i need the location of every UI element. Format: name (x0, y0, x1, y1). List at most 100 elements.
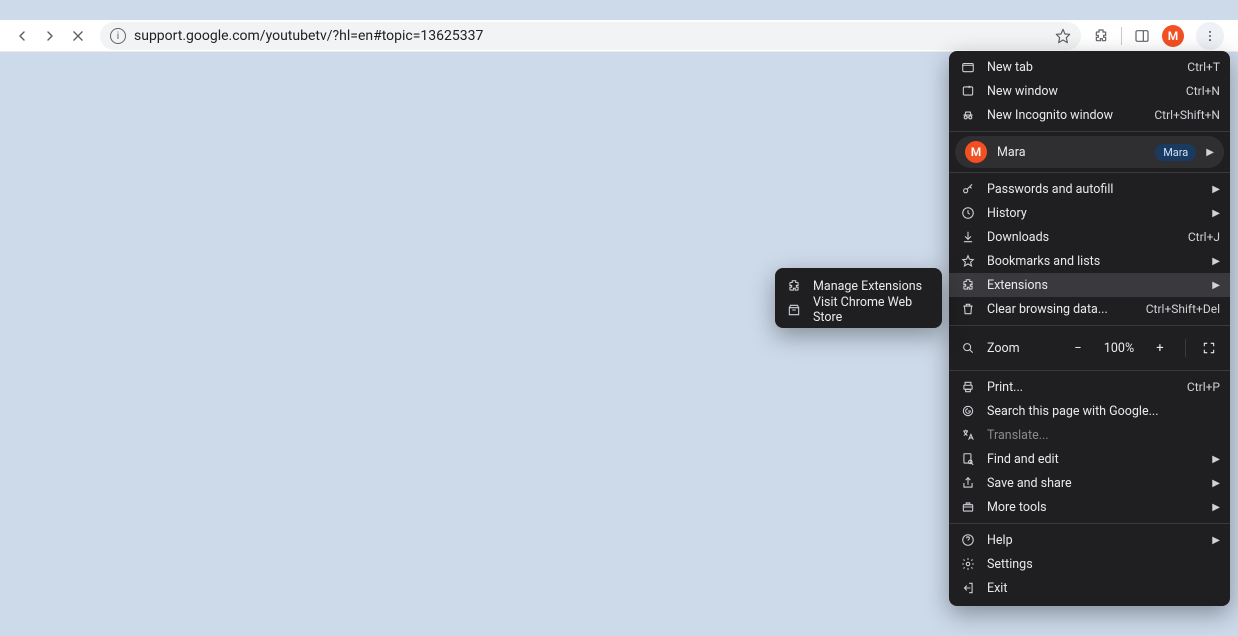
shortcut-text: Ctrl+Shift+Del (1146, 302, 1220, 316)
menu-bookmarks[interactable]: Bookmarks and lists ▶ (949, 249, 1230, 273)
menu-item-label: Exit (987, 581, 1220, 596)
zoom-out-button[interactable]: − (1067, 337, 1089, 359)
fullscreen-button[interactable] (1198, 337, 1220, 359)
magnifier-icon (959, 341, 977, 355)
profile-avatar[interactable]: M (1162, 25, 1184, 47)
menu-new-window[interactable]: New window Ctrl+N (949, 79, 1230, 103)
incognito-icon (959, 108, 977, 122)
back-button[interactable] (8, 22, 36, 50)
translate-icon (959, 428, 977, 442)
profile-name: Mara (997, 145, 1145, 160)
chevron-right-icon: ▶ (1212, 502, 1220, 513)
submenu-item-label: Visit Chrome Web Store (813, 295, 932, 325)
shortcut-text: Ctrl+Shift+N (1154, 108, 1220, 122)
download-icon (959, 230, 977, 244)
shortcut-text: Ctrl+N (1186, 84, 1220, 98)
chrome-menu: New tab Ctrl+T New window Ctrl+N New Inc… (949, 51, 1230, 606)
menu-item-label: Bookmarks and lists (987, 254, 1202, 269)
menu-separator (949, 370, 1230, 371)
zoom-label: Zoom (987, 341, 1057, 356)
menu-button[interactable] (1196, 22, 1224, 50)
menu-save-share[interactable]: Save and share ▶ (949, 471, 1230, 495)
menu-item-label: Print... (987, 380, 1177, 395)
menu-more-tools[interactable]: More tools ▶ (949, 495, 1230, 519)
menu-item-label: New Incognito window (987, 108, 1144, 123)
google-icon (959, 404, 977, 418)
menu-separator (949, 523, 1230, 524)
zoom-value: 100% (1099, 341, 1139, 356)
extensions-icon[interactable] (1093, 28, 1109, 44)
menu-item-label: Downloads (987, 230, 1178, 245)
key-icon (959, 182, 977, 196)
shortcut-text: Ctrl+J (1188, 230, 1220, 244)
arrow-right-icon (42, 28, 58, 44)
tab-icon (959, 60, 977, 74)
menu-item-label: History (987, 206, 1202, 221)
site-info-icon[interactable]: i (110, 28, 126, 44)
menu-zoom: Zoom − 100% + (949, 330, 1230, 366)
menu-extensions[interactable]: Extensions ▶ (949, 273, 1230, 297)
zoom-in-button[interactable]: + (1149, 337, 1171, 359)
menu-settings[interactable]: Settings (949, 552, 1230, 576)
store-icon (785, 303, 803, 317)
star-icon (959, 254, 977, 268)
menu-item-label: New window (987, 84, 1176, 99)
forward-button[interactable] (36, 22, 64, 50)
menu-separator (949, 325, 1230, 326)
toolbox-icon (959, 500, 977, 514)
exit-icon (959, 581, 977, 595)
menu-print[interactable]: Print... Ctrl+P (949, 375, 1230, 399)
menu-find-edit[interactable]: Find and edit ▶ (949, 447, 1230, 471)
submenu-web-store[interactable]: Visit Chrome Web Store (775, 298, 942, 322)
menu-item-label: Help (987, 533, 1202, 548)
toolbar-right: M (1081, 22, 1230, 50)
zoom-divider (1185, 339, 1186, 357)
chevron-right-icon: ▶ (1212, 208, 1220, 219)
menu-passwords[interactable]: Passwords and autofill ▶ (949, 177, 1230, 201)
address-bar[interactable]: i support.google.com/youtubetv/?hl=en#to… (100, 22, 1081, 50)
chevron-right-icon: ▶ (1212, 280, 1220, 291)
menu-help[interactable]: Help ▶ (949, 528, 1230, 552)
history-icon (959, 206, 977, 220)
shortcut-text: Ctrl+P (1187, 380, 1220, 394)
menu-item-label: Save and share (987, 476, 1202, 491)
chevron-right-icon: ▶ (1212, 184, 1220, 195)
printer-icon (959, 380, 977, 394)
chevron-right-icon: ▶ (1212, 478, 1220, 489)
menu-item-label: Find and edit (987, 452, 1202, 467)
menu-profile[interactable]: M Mara Mara ▶ (955, 136, 1224, 168)
chevron-right-icon: ▶ (1206, 147, 1214, 158)
menu-history[interactable]: History ▶ (949, 201, 1230, 225)
help-icon (959, 533, 977, 547)
shortcut-text: Ctrl+T (1187, 60, 1220, 74)
menu-new-incognito[interactable]: New Incognito window Ctrl+Shift+N (949, 103, 1230, 127)
menu-item-label: New tab (987, 60, 1177, 75)
menu-downloads[interactable]: Downloads Ctrl+J (949, 225, 1230, 249)
stop-button[interactable] (64, 22, 92, 50)
menu-new-tab[interactable]: New tab Ctrl+T (949, 55, 1230, 79)
menu-clear-data[interactable]: Clear browsing data... Ctrl+Shift+Del (949, 297, 1230, 321)
menu-separator (949, 131, 1230, 132)
menu-item-label: Clear browsing data... (987, 302, 1136, 317)
menu-search-page[interactable]: Search this page with Google... (949, 399, 1230, 423)
menu-translate: Translate... (949, 423, 1230, 447)
puzzle-icon (959, 278, 977, 292)
menu-item-label: Extensions (987, 278, 1202, 293)
extensions-submenu: Manage Extensions Visit Chrome Web Store (775, 268, 942, 328)
menu-item-label: Search this page with Google... (987, 404, 1220, 419)
side-panel-icon[interactable] (1134, 28, 1150, 44)
profile-avatar-icon: M (965, 141, 987, 163)
arrow-left-icon (14, 28, 30, 44)
chevron-right-icon: ▶ (1212, 454, 1220, 465)
share-icon (959, 476, 977, 490)
new-window-icon (959, 84, 977, 98)
browser-toolbar: i support.google.com/youtubetv/?hl=en#to… (0, 20, 1238, 52)
toolbar-divider (1121, 27, 1122, 45)
url-text: support.google.com/youtubetv/?hl=en#topi… (134, 28, 483, 44)
menu-exit[interactable]: Exit (949, 576, 1230, 600)
menu-item-label: Translate... (987, 428, 1220, 443)
profile-badge: Mara (1155, 144, 1196, 161)
menu-item-label: Settings (987, 557, 1220, 572)
bookmark-star-icon[interactable] (1055, 28, 1071, 44)
chevron-right-icon: ▶ (1212, 535, 1220, 546)
